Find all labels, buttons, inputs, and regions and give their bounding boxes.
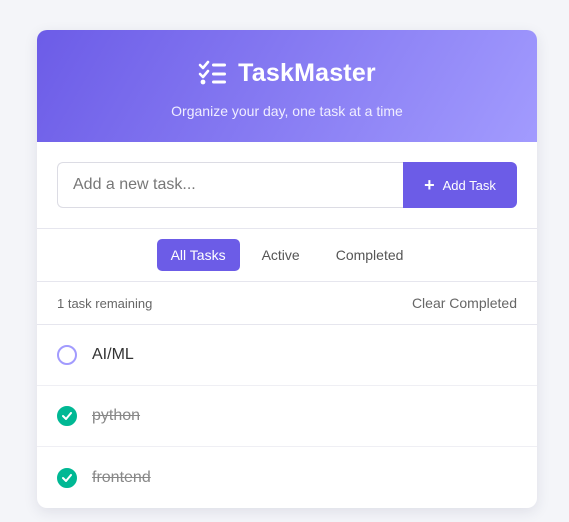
title-row: TaskMaster xyxy=(37,58,537,88)
app-title: TaskMaster xyxy=(238,58,376,87)
tasks-icon xyxy=(198,60,228,86)
task-item: AI/ML xyxy=(37,325,537,386)
task-text[interactable]: frontend xyxy=(92,469,151,487)
task-item: python xyxy=(37,386,537,447)
task-text[interactable]: AI/ML xyxy=(92,346,134,364)
task-checkbox[interactable] xyxy=(57,467,77,488)
add-task-row: + Add Task xyxy=(37,142,537,229)
check-icon xyxy=(62,473,72,482)
plus-icon: + xyxy=(424,175,435,195)
filter-all-tasks[interactable]: All Tasks xyxy=(156,239,240,271)
add-task-button[interactable]: + Add Task xyxy=(403,162,517,208)
app-subtitle: Organize your day, one task at a time xyxy=(171,103,403,119)
task-list: AI/ML python frontend xyxy=(37,325,537,508)
filter-bar: All Tasks Active Completed xyxy=(37,229,537,282)
stats-bar: 1 task remaining Clear Completed xyxy=(37,282,537,325)
task-text[interactable]: python xyxy=(92,407,140,425)
task-item: frontend xyxy=(37,447,537,508)
clear-completed-button[interactable]: Clear Completed xyxy=(412,295,517,311)
task-input[interactable] xyxy=(57,162,403,208)
app-header: TaskMaster Organize your day, one task a… xyxy=(37,30,537,142)
task-checkbox[interactable] xyxy=(57,406,77,426)
add-task-label: Add Task xyxy=(442,177,496,193)
filter-active[interactable]: Active xyxy=(248,239,314,271)
filter-completed[interactable]: Completed xyxy=(322,239,418,271)
tasks-remaining: 1 task remaining xyxy=(57,295,153,311)
todo-card: TaskMaster Organize your day, one task a… xyxy=(37,30,537,508)
task-checkbox[interactable] xyxy=(57,345,77,365)
check-icon xyxy=(62,412,72,420)
